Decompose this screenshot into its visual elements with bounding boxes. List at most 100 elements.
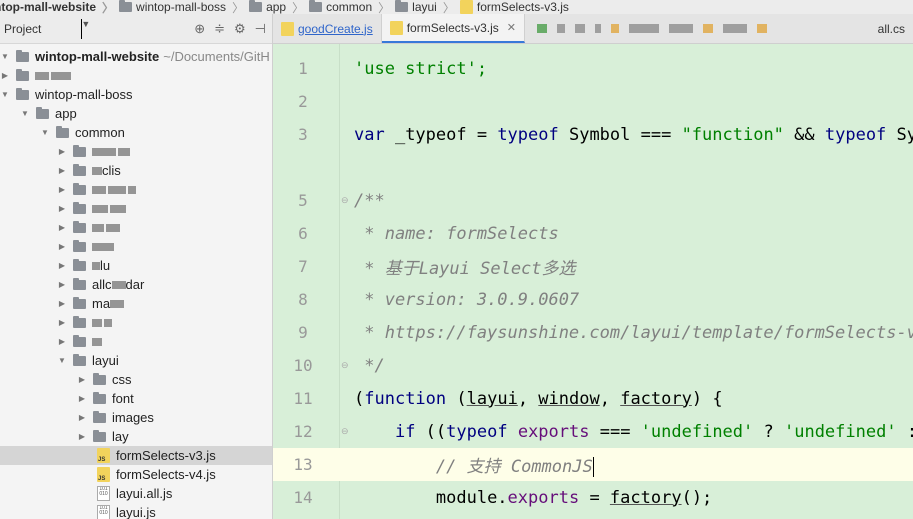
breadcrumb-item[interactable]: ntop-mall-website 〉 xyxy=(0,0,119,14)
chevron-right-icon[interactable]: ▶ xyxy=(57,223,67,232)
fold-icon[interactable]: ⊖ xyxy=(341,195,351,206)
code-token: , xyxy=(517,388,539,409)
code-line: 10 ⊖ */ xyxy=(273,349,913,382)
chevron-down-icon[interactable]: ▼ xyxy=(81,18,90,39)
tab-formselects-v3[interactable]: formSelects-v3.js ✕ xyxy=(381,14,525,43)
chevron-right-icon: 〉 xyxy=(442,0,455,15)
chevron-right-icon[interactable]: ▶ xyxy=(77,394,87,403)
folder-icon xyxy=(73,258,86,271)
tree-item[interactable]: ▶ xyxy=(0,66,272,85)
line-number: 12 xyxy=(293,422,313,441)
chevron-down-icon[interactable]: ▼ xyxy=(57,356,67,365)
chevron-down-icon[interactable]: ▼ xyxy=(40,128,50,137)
tree-item[interactable]: ▶ xyxy=(0,332,272,351)
fold-icon[interactable]: ⊖ xyxy=(341,360,351,371)
chevron-right-icon[interactable]: ▶ xyxy=(57,147,67,156)
tab-partial[interactable]: all.cs xyxy=(870,14,913,43)
chevron-right-icon[interactable]: ▶ xyxy=(57,280,67,289)
code-line: 14 module.exports = factory(); xyxy=(273,481,913,514)
breadcrumb-item[interactable]: common 〉 xyxy=(309,0,395,14)
tree-item[interactable]: ▶ allc dar xyxy=(0,275,272,294)
code-line: 5 ⊖ /** xyxy=(273,184,913,217)
tree-item-boss[interactable]: ▼ wintop-mall-boss xyxy=(0,85,272,104)
tree-item[interactable]: ▶ lay xyxy=(0,427,272,446)
chevron-right-icon[interactable]: ▶ xyxy=(0,71,10,80)
tree-item-label: wintop-mall-boss xyxy=(35,87,133,102)
breadcrumb-item[interactable]: formSelects-v3.js xyxy=(459,0,569,14)
folder-icon xyxy=(73,144,86,157)
code-editor[interactable]: 1 'use strict'; 2 3 var _typeof = typeof… xyxy=(273,44,913,519)
tree-file[interactable]: 101 010 layui.js xyxy=(0,503,272,519)
code-token: ? xyxy=(753,421,784,442)
chevron-right-icon[interactable]: ▶ xyxy=(57,318,67,327)
chevron-right-icon[interactable]: ▶ xyxy=(77,375,87,384)
code-text: 'use strict'; xyxy=(354,58,488,79)
code-text: * name: formSelects xyxy=(354,223,559,244)
tree-item[interactable]: ▶ xyxy=(0,218,272,237)
tree-item[interactable]: ▶ font xyxy=(0,389,272,408)
tree-item-root[interactable]: ▼ wintop-mall-website ~/Documents/GitH xyxy=(0,47,272,66)
chevron-right-icon[interactable]: ▶ xyxy=(57,166,67,175)
redacted-label xyxy=(92,185,136,194)
project-view-selector[interactable]: Project xyxy=(4,22,41,36)
chevron-right-icon[interactable]: ▶ xyxy=(57,337,67,346)
chevron-right-icon[interactable]: ▶ xyxy=(57,242,67,251)
chevron-right-icon[interactable]: ▶ xyxy=(57,185,67,194)
tree-item-layui[interactable]: ▼ layui xyxy=(0,351,272,370)
tree-item[interactable]: ▶ xyxy=(0,180,272,199)
code-token: Symbol === xyxy=(558,124,682,145)
tree-item[interactable]: ▶ xyxy=(0,199,272,218)
chevron-right-icon: 〉 xyxy=(378,0,391,15)
tree-item[interactable]: ▶ css xyxy=(0,370,272,389)
tree-file[interactable]: 101 010 layui.all.js xyxy=(0,484,272,503)
gear-icon[interactable]: ⚙ xyxy=(234,21,246,37)
tree-item[interactable]: ▶ lu xyxy=(0,256,272,275)
chevron-right-icon[interactable]: ▶ xyxy=(57,261,67,270)
tree-item[interactable]: ▶ cli s xyxy=(0,161,272,180)
folder-icon xyxy=(93,372,106,385)
fold-icon[interactable]: ⊖ xyxy=(341,426,351,437)
line-number: 3 xyxy=(298,125,308,144)
breadcrumb-item[interactable]: wintop-mall-boss 〉 xyxy=(119,0,249,14)
tree-item-label: css xyxy=(112,372,132,387)
chevron-right-icon[interactable]: ▶ xyxy=(57,204,67,213)
chevron-right-icon[interactable]: ▶ xyxy=(57,299,67,308)
code-text: (function (layui, window, factory) { xyxy=(354,389,723,409)
chevron-right-icon[interactable]: ▶ xyxy=(77,413,87,422)
tree-item[interactable]: ▶ xyxy=(0,237,272,256)
tree-item[interactable]: ▶ xyxy=(0,142,272,161)
tab-goodcreate[interactable]: goodCreate.js xyxy=(273,14,382,43)
breadcrumb-item[interactable]: app 〉 xyxy=(249,0,309,14)
close-icon[interactable]: ✕ xyxy=(507,21,516,34)
tree-item-common[interactable]: ▼ common xyxy=(0,123,272,142)
chevron-down-icon[interactable]: ▼ xyxy=(0,52,10,61)
chevron-right-icon[interactable]: ▶ xyxy=(77,432,87,441)
tree-item[interactable]: ▶ xyxy=(0,313,272,332)
breadcrumb-label: wintop-mall-boss xyxy=(136,0,227,14)
tree-item[interactable]: ▶ images xyxy=(0,408,272,427)
redacted-label xyxy=(92,337,102,346)
breadcrumb-label: formSelects-v3.js xyxy=(476,0,569,14)
breadcrumb-item[interactable]: layui 〉 xyxy=(395,0,460,14)
collapse-icon[interactable]: ≑ xyxy=(214,21,225,37)
code-line: 2 xyxy=(273,85,913,118)
js-file-icon xyxy=(389,20,403,35)
tree-item[interactable]: ▶ ma xyxy=(0,294,272,313)
code-text: * version: 3.0.9.0607 xyxy=(354,289,580,310)
hide-icon[interactable]: ⊣ xyxy=(255,21,266,37)
tree-item-label: layui.js xyxy=(116,505,156,519)
folder-icon xyxy=(73,163,86,176)
tree-item-app[interactable]: ▼ app xyxy=(0,104,272,123)
tree-file[interactable]: formSelects-v4.js xyxy=(0,465,272,484)
chevron-down-icon[interactable]: ▼ xyxy=(0,90,10,99)
code-token: // 支持 CommonJS xyxy=(435,457,593,477)
folder-icon xyxy=(93,391,106,404)
js-file-icon xyxy=(459,0,473,14)
folder-icon xyxy=(73,296,86,309)
chevron-down-icon[interactable]: ▼ xyxy=(20,109,30,118)
tree-item-label: wintop-mall-website xyxy=(35,49,160,64)
target-icon[interactable]: ⊕ xyxy=(194,21,205,37)
code-token: 'undefined' xyxy=(640,421,754,442)
tree-file-selected[interactable]: formSelects-v3.js xyxy=(0,446,272,465)
